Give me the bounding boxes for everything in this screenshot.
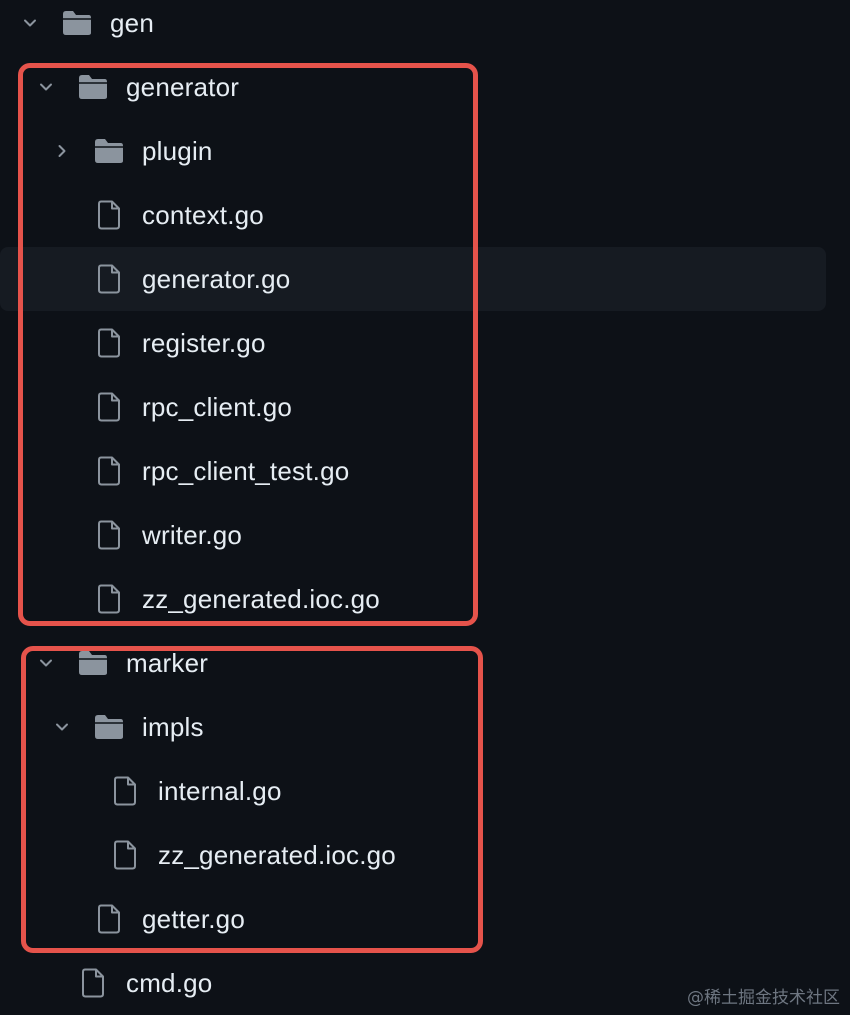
file-icon: [109, 776, 141, 806]
tree-folder-row[interactable]: marker: [0, 631, 826, 695]
tree-file-row[interactable]: rpc_client_test.go: [0, 439, 826, 503]
file-icon: [109, 840, 141, 870]
tree-file-row[interactable]: generator.go: [0, 247, 826, 311]
tree-item-label: getter.go: [142, 904, 245, 934]
tree-item-label: register.go: [142, 328, 266, 358]
tree-file-row[interactable]: writer.go: [0, 503, 826, 567]
file-icon: [93, 392, 125, 422]
folder-icon: [77, 649, 109, 677]
file-icon: [93, 584, 125, 614]
file-tree: gen generator plugin context.go generator.go…: [0, 0, 850, 1014]
folder-icon: [77, 73, 109, 101]
tree-file-row[interactable]: zz_generated.ioc.go: [0, 823, 826, 887]
file-icon: [93, 904, 125, 934]
tree-folder-row[interactable]: impls: [0, 695, 826, 759]
tree-file-row[interactable]: context.go: [0, 183, 826, 247]
chevron-right-icon[interactable]: [54, 143, 70, 159]
chevron-down-icon[interactable]: [54, 719, 70, 735]
folder-icon: [93, 713, 125, 741]
tree-file-row[interactable]: rpc_client.go: [0, 375, 826, 439]
folder-icon: [93, 137, 125, 165]
file-icon: [93, 200, 125, 230]
tree-item-label: generator: [126, 72, 240, 102]
tree-item-label: writer.go: [142, 520, 243, 550]
file-icon: [93, 456, 125, 486]
file-icon: [77, 968, 109, 998]
tree-item-label: marker: [126, 648, 209, 678]
file-icon: [93, 328, 125, 358]
watermark: @稀土掘金技术社区: [687, 988, 840, 1008]
tree-item-label: zz_generated.ioc.go: [142, 584, 380, 614]
tree-item-label: cmd.go: [126, 968, 213, 998]
tree-item-label: internal.go: [158, 776, 282, 806]
tree-item-label: impls: [142, 712, 204, 742]
tree-item-label: context.go: [142, 200, 264, 230]
tree-folder-row[interactable]: gen: [0, 0, 826, 55]
tree-file-row[interactable]: getter.go: [0, 887, 826, 951]
tree-folder-row[interactable]: generator: [0, 55, 826, 119]
chevron-down-icon[interactable]: [22, 15, 38, 31]
tree-file-row[interactable]: register.go: [0, 311, 826, 375]
tree-file-row[interactable]: zz_generated.ioc.go: [0, 567, 826, 631]
tree-item-label: rpc_client_test.go: [142, 456, 350, 486]
chevron-down-icon[interactable]: [38, 79, 54, 95]
chevron-down-icon[interactable]: [38, 655, 54, 671]
tree-item-label: plugin: [142, 136, 213, 166]
tree-item-label: rpc_client.go: [142, 392, 293, 422]
tree-folder-row[interactable]: plugin: [0, 119, 826, 183]
tree-item-label: gen: [110, 8, 154, 38]
folder-icon: [61, 9, 93, 37]
tree-file-row[interactable]: internal.go: [0, 759, 826, 823]
tree-item-label: zz_generated.ioc.go: [158, 840, 396, 870]
file-icon: [93, 520, 125, 550]
file-icon: [93, 264, 125, 294]
tree-item-label: generator.go: [142, 264, 291, 294]
